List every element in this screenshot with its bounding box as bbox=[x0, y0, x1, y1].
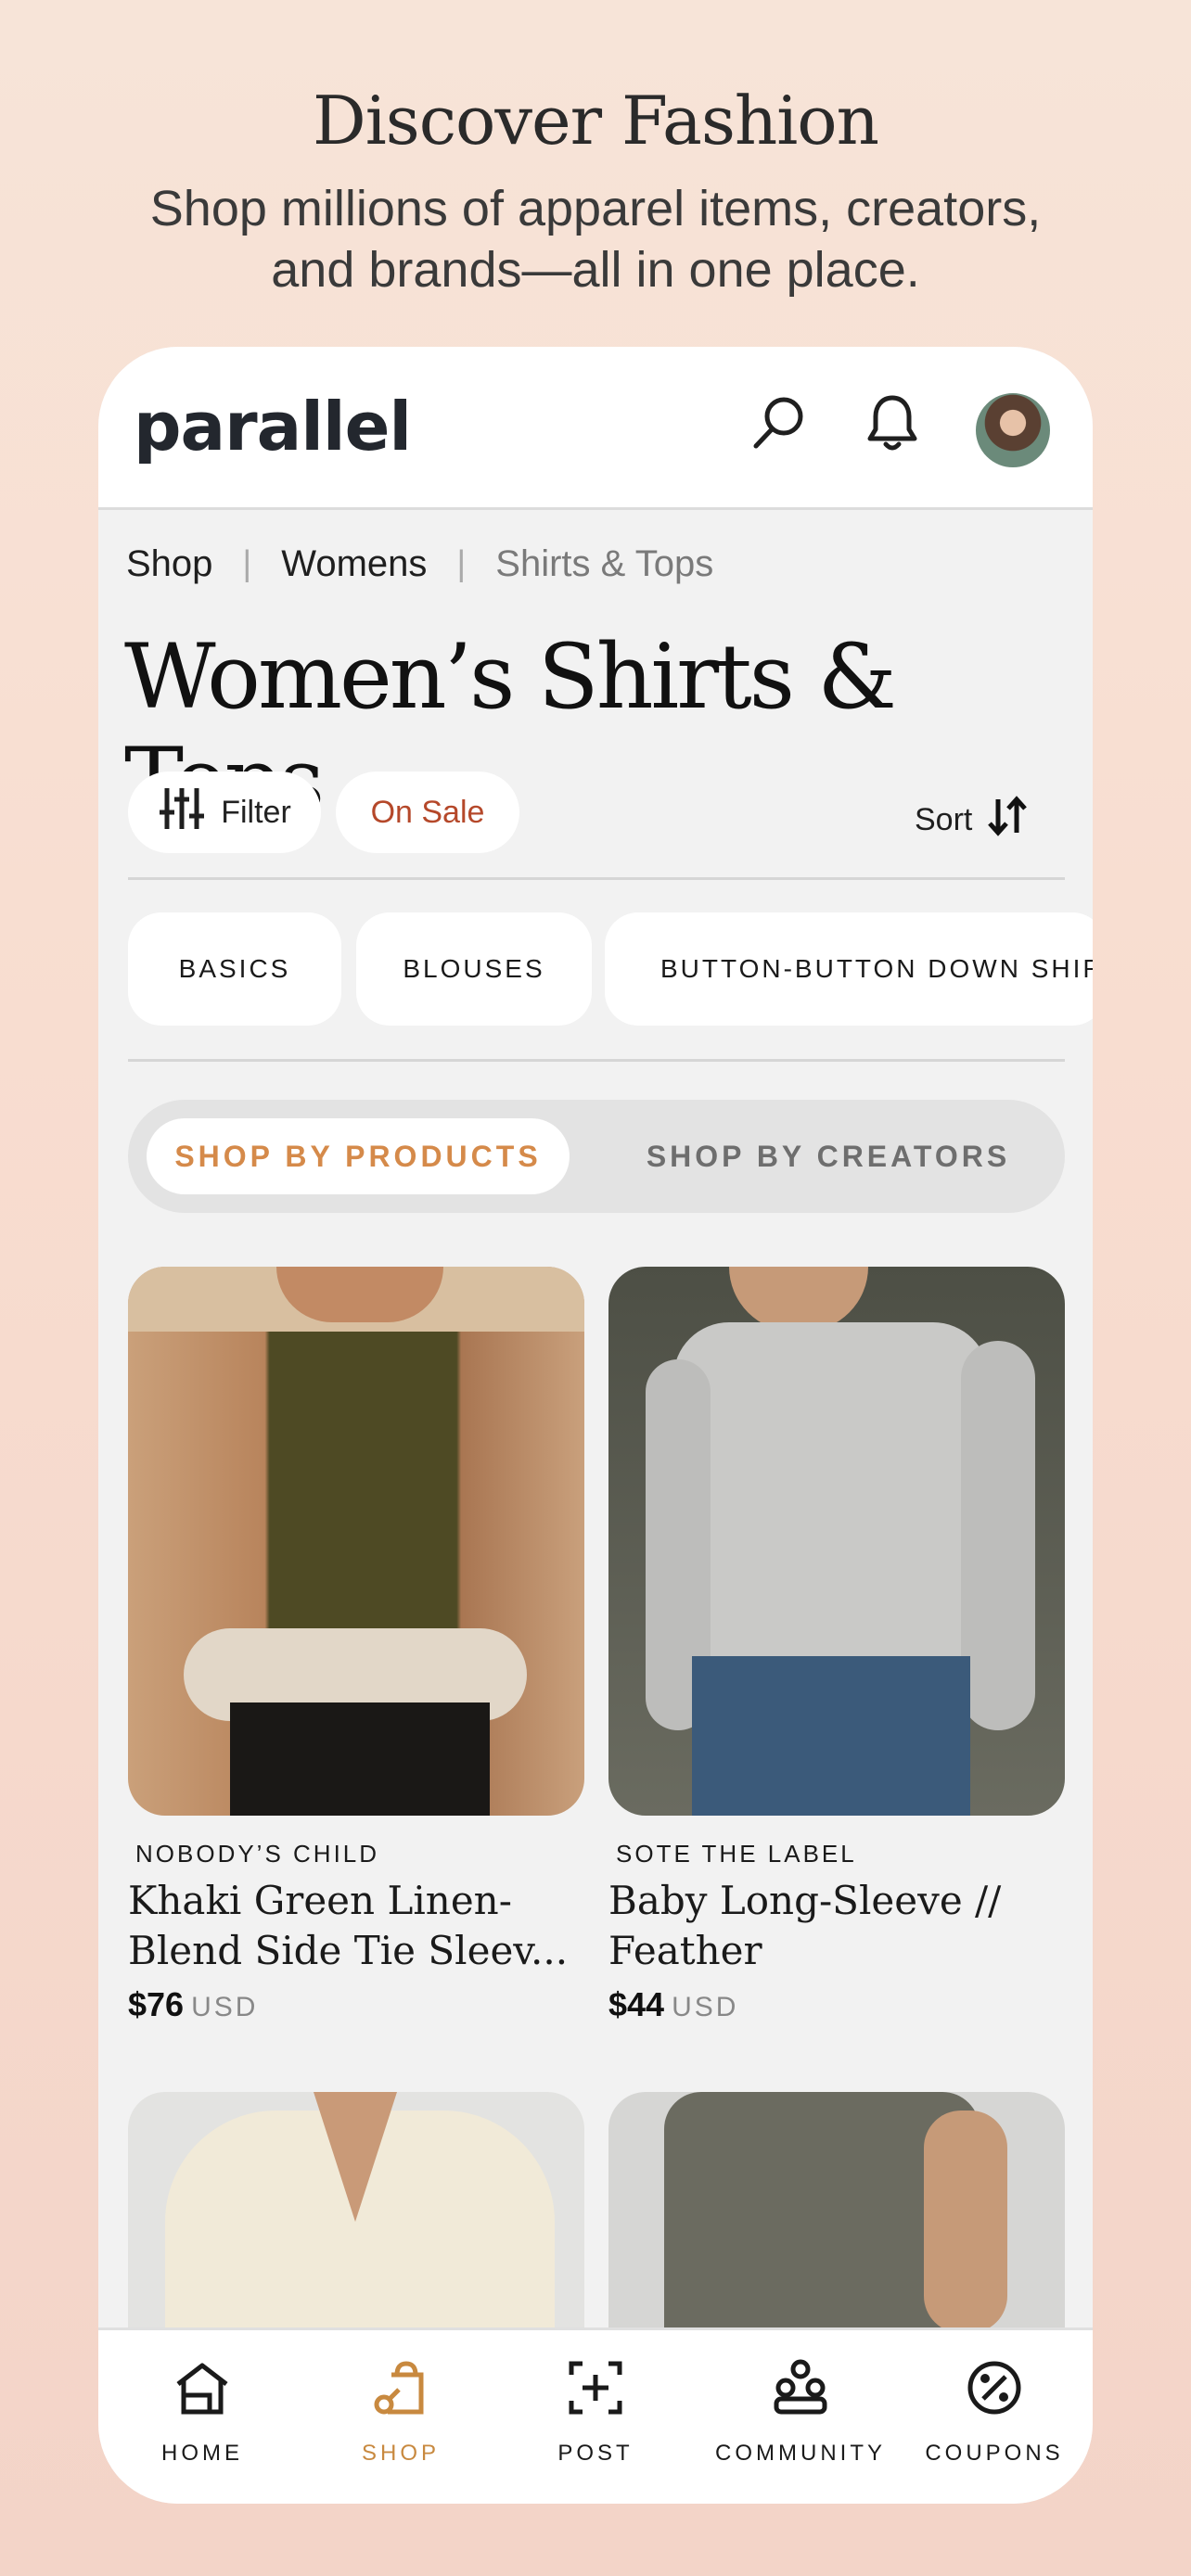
product-card[interactable] bbox=[608, 2092, 1065, 2333]
product-price: $44 USD bbox=[608, 1985, 1065, 2024]
nav-post-label: POST bbox=[557, 2441, 634, 2466]
breadcrumb-shop[interactable]: Shop bbox=[126, 543, 212, 585]
shop-by-products-tab[interactable]: SHOP BY PRODUCTS bbox=[147, 1118, 570, 1194]
sort-button[interactable]: Sort bbox=[915, 794, 1030, 847]
category-button-down-shirts[interactable]: BUTTON-BUTTON DOWN SHIRS bbox=[605, 912, 1093, 1026]
product-brand: NOBODY’S CHILD bbox=[135, 1840, 380, 1868]
nav-shop-label: SHOP bbox=[361, 2441, 440, 2466]
nav-home-label: HOME bbox=[161, 2441, 243, 2466]
community-icon bbox=[771, 2358, 830, 2422]
breadcrumb-separator: | bbox=[242, 544, 252, 583]
nav-coupons[interactable]: COUPONS bbox=[902, 2358, 1087, 2467]
bottom-navigation: HOME SHOP POST COMMUNITY COUPONS bbox=[98, 2327, 1093, 2504]
product-card[interactable] bbox=[128, 2092, 584, 2333]
divider bbox=[128, 877, 1065, 880]
nav-post[interactable]: POST bbox=[503, 2358, 688, 2467]
product-name[interactable]: Khaki Green Linen-Blend Side Tie Sleev..… bbox=[128, 1876, 584, 1976]
shop-mode-segmented-control: SHOP BY PRODUCTS SHOP BY CREATORS bbox=[128, 1100, 1065, 1213]
search-icon bbox=[747, 390, 812, 460]
avatar[interactable] bbox=[974, 391, 1052, 469]
on-sale-toggle[interactable]: On Sale bbox=[336, 772, 519, 853]
logo-text: parallel bbox=[134, 388, 412, 465]
app-screen: parallel Shop | Womens | Shirts & Tops W… bbox=[98, 347, 1093, 2504]
top-bar: parallel bbox=[98, 347, 1093, 510]
home-icon bbox=[173, 2358, 232, 2422]
product-price: $76 USD bbox=[128, 1985, 584, 2024]
shop-icon bbox=[371, 2358, 430, 2422]
product-image[interactable] bbox=[128, 2092, 584, 2333]
breadcrumb-current: Shirts & Tops bbox=[495, 543, 714, 584]
notifications-button[interactable] bbox=[855, 388, 929, 462]
sort-arrows-icon bbox=[985, 794, 1030, 847]
category-basics[interactable]: BASICS bbox=[128, 912, 341, 1026]
bell-icon bbox=[864, 392, 920, 458]
product-name[interactable]: Baby Long-Sleeve // Feather bbox=[608, 1876, 1065, 1976]
product-image[interactable] bbox=[128, 1267, 584, 1816]
price-currency: USD bbox=[191, 1992, 259, 2022]
filter-label: Filter bbox=[221, 794, 291, 830]
divider bbox=[128, 1059, 1065, 1062]
filter-button[interactable]: Filter bbox=[128, 772, 321, 853]
coupons-icon bbox=[965, 2358, 1024, 2422]
nav-home[interactable]: HOME bbox=[109, 2358, 295, 2467]
hero-title: Discover Fashion bbox=[312, 82, 879, 159]
price-currency: USD bbox=[672, 1992, 739, 2022]
app-logo[interactable]: parallel bbox=[134, 388, 412, 465]
product-card[interactable]: SOTE THE LABEL Baby Long-Sleeve // Feath… bbox=[608, 1267, 1065, 2024]
price-amount: $76 bbox=[128, 1985, 185, 2023]
product-image[interactable] bbox=[608, 2092, 1065, 2333]
post-icon bbox=[566, 2358, 625, 2422]
product-brand: SOTE THE LABEL bbox=[616, 1840, 857, 1868]
nav-community[interactable]: COMMUNITY bbox=[701, 2358, 900, 2467]
hero-subtitle: Shop millions of apparel items, creators… bbox=[149, 181, 1042, 298]
sort-label: Sort bbox=[915, 802, 973, 837]
nav-shop[interactable]: SHOP bbox=[308, 2358, 493, 2467]
category-blouses[interactable]: BLOUSES bbox=[356, 912, 592, 1026]
breadcrumb-womens[interactable]: Womens bbox=[281, 543, 427, 585]
product-image[interactable] bbox=[608, 1267, 1065, 1816]
search-button[interactable] bbox=[742, 388, 816, 462]
breadcrumb: Shop | Womens | Shirts & Tops bbox=[126, 543, 713, 585]
sliders-icon bbox=[158, 784, 206, 841]
price-amount: $44 bbox=[608, 1985, 665, 2023]
nav-community-label: COMMUNITY bbox=[715, 2441, 886, 2466]
product-card[interactable]: NOBODY’S CHILD Khaki Green Linen-Blend S… bbox=[128, 1267, 584, 2024]
breadcrumb-separator: | bbox=[456, 544, 467, 583]
nav-coupons-label: COUPONS bbox=[925, 2441, 1064, 2466]
shop-by-creators-tab[interactable]: SHOP BY CREATORS bbox=[610, 1118, 1046, 1194]
